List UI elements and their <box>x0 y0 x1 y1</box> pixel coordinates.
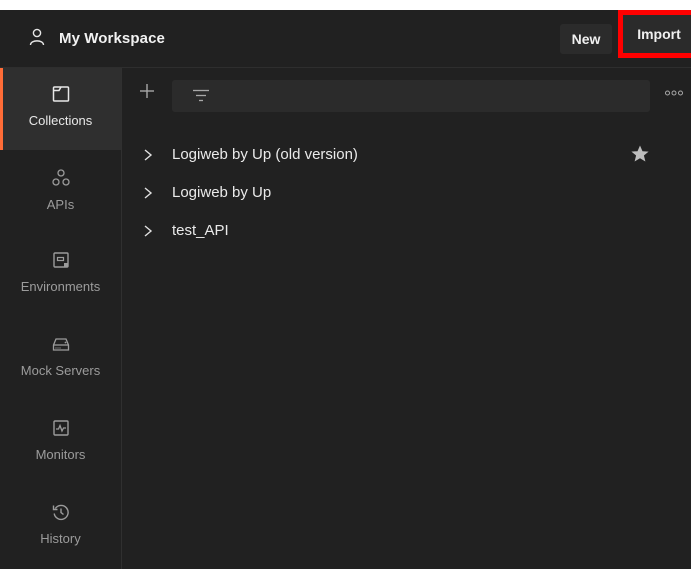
sidebar-item-monitors[interactable]: Monitors <box>0 402 121 484</box>
history-icon <box>52 504 69 521</box>
app-window: My Workspace New Import Collections APIs <box>0 10 691 569</box>
collections-panel: Logiweb by Up (old version) Logiweb by U… <box>122 68 691 569</box>
workspace-header: My Workspace New Import <box>0 10 691 68</box>
filter-input[interactable] <box>172 80 650 112</box>
sidebar-item-label: Monitors <box>35 447 86 462</box>
monitors-icon <box>52 420 69 436</box>
star-icon[interactable] <box>630 144 650 164</box>
more-options-icon[interactable] <box>664 88 684 98</box>
sidebar-item-environments[interactable]: Environments <box>0 234 121 316</box>
environments-icon <box>52 252 69 268</box>
sidebar-item-label: Collections <box>28 113 93 128</box>
collection-name: Logiweb by Up <box>172 184 272 201</box>
filter-icon <box>193 89 209 102</box>
collection-name: Logiweb by Up (old version) <box>172 146 358 163</box>
sidebar-item-mock-servers[interactable]: Mock Servers <box>0 318 121 400</box>
add-collection-icon[interactable] <box>138 82 156 100</box>
sidebar: Collections APIs Environments Mock Serve… <box>0 68 122 569</box>
sidebar-item-collections[interactable]: Collections <box>0 68 121 150</box>
workspace-title[interactable]: My Workspace <box>59 30 165 47</box>
collections-icon <box>52 86 69 102</box>
chevron-right-icon[interactable] <box>142 224 154 238</box>
sidebar-item-label: History <box>40 531 81 546</box>
collection-row[interactable]: test_API <box>122 212 691 250</box>
sidebar-item-history[interactable]: History <box>0 486 121 568</box>
apis-icon <box>51 169 70 186</box>
chevron-right-icon[interactable] <box>142 186 154 200</box>
sidebar-item-label: APIs <box>46 197 75 212</box>
new-button[interactable]: New <box>560 24 612 54</box>
mock-servers-icon <box>52 338 69 351</box>
sidebar-item-label: Environments <box>20 279 101 294</box>
import-button[interactable]: Import <box>618 10 691 58</box>
sidebar-item-label: Mock Servers <box>20 363 101 378</box>
sidebar-item-apis[interactable]: APIs <box>0 152 121 234</box>
chevron-right-icon[interactable] <box>142 148 154 162</box>
collection-row[interactable]: Logiweb by Up (old version) <box>122 136 691 174</box>
collection-name: test_API <box>172 222 229 239</box>
collection-row[interactable]: Logiweb by Up <box>122 174 691 212</box>
person-icon <box>29 28 45 46</box>
